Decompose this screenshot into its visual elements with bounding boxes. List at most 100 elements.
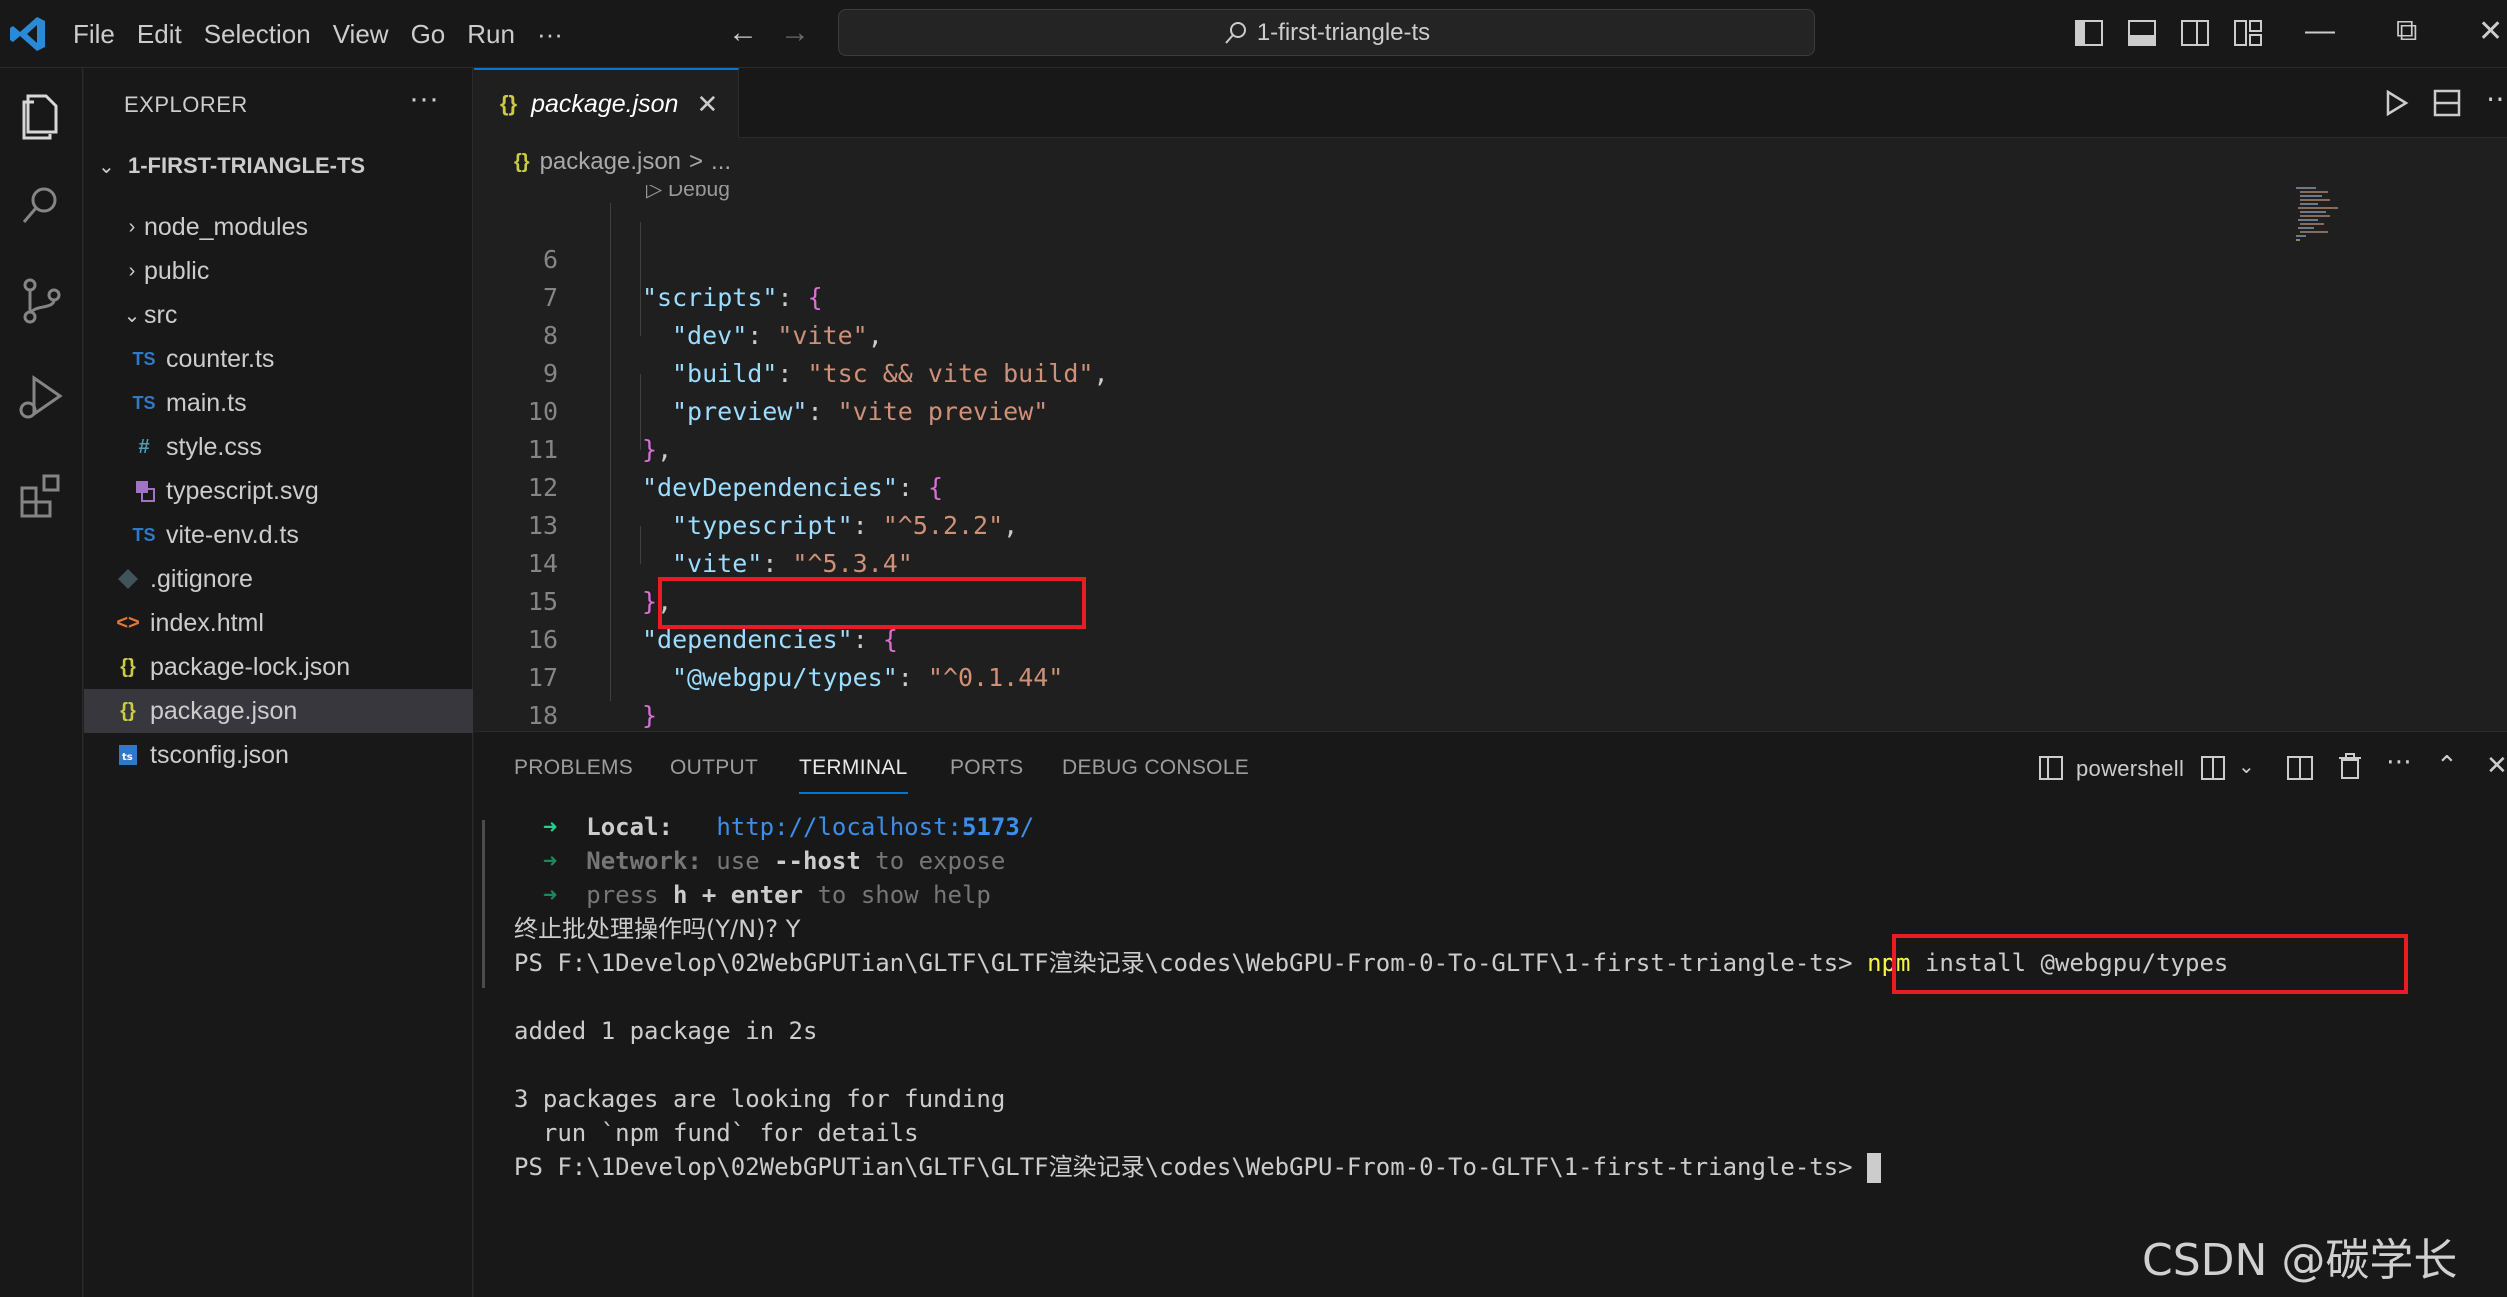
minimap[interactable] — [2294, 185, 2364, 251]
command-center-search[interactable]: 1-first-triangle-ts — [838, 9, 1815, 56]
tree-item-typescript-svg[interactable]: typescript.svg — [84, 469, 473, 513]
svg-file-icon — [136, 481, 155, 502]
tab-output[interactable]: OUTPUT — [670, 756, 758, 780]
tab-label: package.json — [531, 89, 679, 118]
terminal-line: ➜ Network: use --host to expose — [542, 847, 1006, 875]
terminal-cursor — [1867, 1153, 1882, 1183]
tree-item-node-modules[interactable]: › node_modules — [84, 205, 473, 249]
restore-button[interactable]: ⧉ — [2396, 14, 2417, 48]
tree-item-label: package-lock.json — [150, 652, 351, 681]
explorer-title: EXPLORER — [124, 92, 248, 117]
tree-item-label: vite-env.d.ts — [166, 520, 299, 549]
terminal-shell-name[interactable]: powershell — [2076, 756, 2184, 782]
menu-selection[interactable]: Selection — [193, 0, 322, 68]
terminal-scroll-indicator — [482, 820, 485, 988]
tree-item-label: package.json — [150, 696, 298, 725]
panel-tab-bar: PROBLEMS OUTPUT TERMINAL PORTS DEBUG CON… — [474, 732, 2507, 806]
close-panel-icon[interactable]: ✕ — [2486, 750, 2507, 781]
breadcrumb-file[interactable]: package.json — [540, 148, 681, 176]
code-line: 13 "vite": "^5.3.4" — [474, 469, 2507, 578]
breadcrumb: {} package.json > ... — [474, 139, 2507, 185]
tree-item-counter-ts[interactable]: TS counter.ts — [84, 337, 473, 381]
tree-item-label: public — [144, 256, 210, 285]
split-terminal-icon[interactable] — [2200, 754, 2228, 782]
chevron-down-icon[interactable]: ⌄ — [2238, 754, 2255, 779]
tab-ports[interactable]: PORTS — [950, 756, 1023, 780]
tree-item-label: node_modules — [144, 212, 309, 241]
panel-more-button[interactable]: ⋯ — [2386, 746, 2412, 777]
menu-file[interactable]: File — [62, 0, 126, 68]
close-tab-icon[interactable]: ✕ — [696, 89, 718, 120]
run-and-debug-icon[interactable] — [14, 370, 70, 426]
back-arrow-icon[interactable]: ← — [728, 16, 758, 50]
code-editor[interactable]: ▷ Debug 6 "scripts": { 7 "dev": "vite", … — [474, 185, 2507, 730]
command-center-text: 1-first-triangle-ts — [1256, 18, 1431, 46]
search-icon[interactable] — [14, 178, 70, 234]
tree-item-label: index.html — [150, 608, 264, 637]
tree-item-tsconfig-json[interactable]: ts tsconfig.json — [84, 733, 473, 777]
customize-layout-icon[interactable] — [2233, 18, 2263, 48]
tree-item-vite-env[interactable]: TS vite-env.d.ts — [84, 513, 473, 557]
forward-arrow-icon[interactable]: → — [780, 16, 810, 50]
tree-item-gitignore[interactable]: .gitignore — [84, 557, 473, 601]
typescript-file-icon: TS — [132, 348, 156, 369]
close-window-button[interactable]: ✕ — [2478, 14, 2503, 49]
tree-item-src[interactable]: ⌄ src — [84, 293, 473, 337]
run-icon[interactable] — [2382, 88, 2410, 118]
trash-icon[interactable] — [2336, 752, 2364, 782]
tree-item-main-ts[interactable]: TS main.ts — [84, 381, 473, 425]
tab-package-json[interactable]: {} package.json ✕ — [474, 68, 739, 138]
tree-item-public[interactable]: › public — [84, 249, 473, 293]
toggle-secondary-sidebar-icon[interactable] — [2180, 18, 2210, 48]
vscode-logo-icon[interactable] — [8, 14, 48, 54]
localhost-link[interactable]: http://localhost:5173/ — [716, 813, 1034, 841]
tab-terminal[interactable]: TERMINAL — [799, 756, 908, 794]
terminal-line: ➜ Local: http://localhost:5173/ — [542, 813, 1035, 841]
menu-go[interactable]: Go — [400, 0, 457, 68]
split-editor-icon[interactable] — [2432, 88, 2462, 118]
menu-edit[interactable]: Edit — [126, 0, 193, 68]
minimize-button[interactable]: — — [2305, 14, 2335, 48]
maximize-panel-icon[interactable]: ⌃ — [2436, 750, 2458, 781]
watermark: CSDN @碳学长 — [2142, 1235, 2458, 1286]
json-file-icon: {} — [500, 91, 518, 116]
code-line: 14 }, — [474, 507, 2507, 616]
tab-debug-console[interactable]: DEBUG CONSOLE — [1062, 756, 1249, 780]
menu-run[interactable]: Run — [456, 0, 526, 68]
tree-item-package-lock-json[interactable]: {} package-lock.json — [84, 645, 473, 689]
source-control-icon[interactable] — [14, 273, 70, 329]
code-line: 12 "typescript": "^5.2.2", — [474, 431, 2507, 540]
tab-problems[interactable]: PROBLEMS — [514, 756, 633, 780]
editor-more-button[interactable]: ⋯ — [2486, 82, 2507, 115]
typescript-file-icon: TS — [132, 392, 156, 413]
workspace-folder-header[interactable]: ⌄ 1-FIRST-TRIANGLE-TS — [84, 144, 473, 188]
explorer-sidebar: EXPLORER ··· ⌄ 1-FIRST-TRIANGLE-TS › nod… — [84, 68, 473, 1297]
terminal-line: 3 packages are looking for funding — [514, 1085, 1006, 1113]
code-line: 19 — [474, 697, 2507, 730]
editor-tab-bar: {} package.json ✕ ⋯ — [474, 68, 2507, 138]
search-icon — [1225, 21, 1246, 44]
toggle-primary-sidebar-icon[interactable] — [2074, 18, 2104, 48]
tree-item-label: counter.ts — [166, 344, 275, 373]
toggle-panel-icon[interactable] — [2127, 18, 2157, 48]
tsconfig-file-icon: ts — [119, 745, 137, 765]
extensions-icon[interactable] — [14, 468, 70, 524]
code-line: 18 } — [474, 659, 2507, 730]
split-panel-icon[interactable] — [2286, 754, 2314, 782]
tree-item-package-json[interactable]: {} package.json — [84, 689, 473, 733]
terminal-icon — [2039, 756, 2063, 780]
explorer-icon[interactable] — [14, 88, 70, 144]
explorer-more-button[interactable]: ··· — [409, 82, 439, 116]
breadcrumb-more[interactable]: ... — [711, 148, 731, 176]
menu-more-button[interactable]: ··· — [526, 0, 574, 68]
menu-bar: File Edit Selection View Go Run ··· — [62, 0, 574, 68]
workspace-folder-name: 1-FIRST-TRIANGLE-TS — [128, 153, 366, 178]
code-line: 10 }, — [474, 355, 2507, 464]
terminal-line: run `npm fund` for details — [514, 1119, 919, 1147]
json-file-icon: {} — [514, 150, 530, 173]
menu-view[interactable]: View — [322, 0, 400, 68]
tree-item-style-css[interactable]: # style.css — [84, 425, 473, 469]
code-line: 7 "dev": "vite", — [474, 241, 2507, 350]
tree-item-index-html[interactable]: <> index.html — [84, 601, 473, 645]
debug-codelens[interactable]: ▷ Debug — [646, 185, 730, 202]
